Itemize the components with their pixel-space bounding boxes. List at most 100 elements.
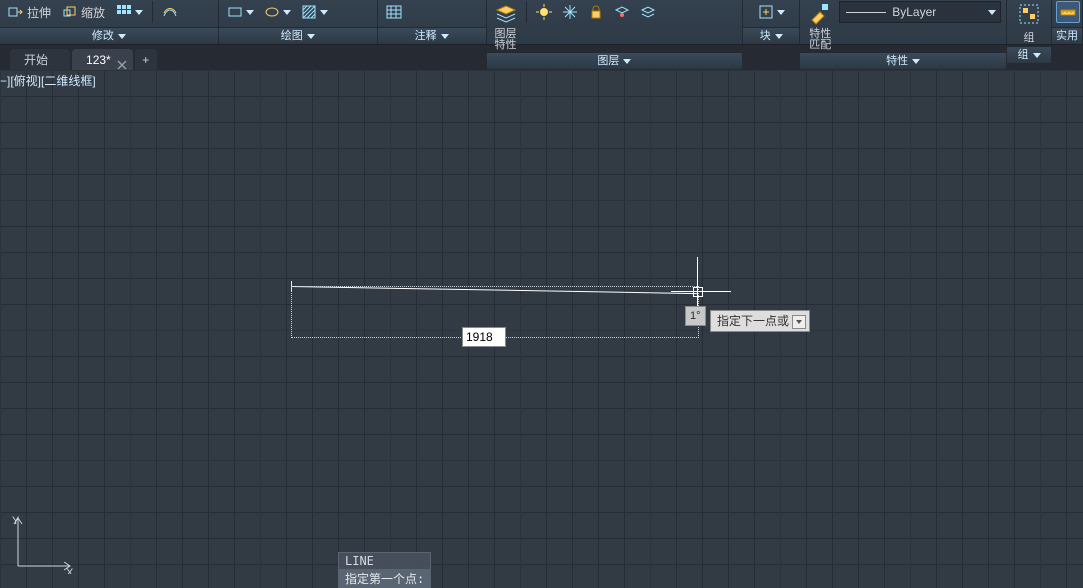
stretch-label: 拉伸 xyxy=(27,4,51,21)
panel-label-text: 实用 xyxy=(1056,28,1078,44)
panel-block-label[interactable]: 块 xyxy=(743,27,799,44)
panel-annotate-label[interactable]: 注释 xyxy=(378,27,486,44)
linetype-value: ByLayer xyxy=(892,5,936,19)
rectangle-icon xyxy=(227,4,243,20)
chevron-down-icon xyxy=(307,34,315,39)
layer-freeze-button[interactable] xyxy=(558,1,582,23)
separator xyxy=(526,1,527,23)
layer-uniso-button[interactable] xyxy=(636,1,660,23)
stretch-button[interactable]: 拉伸 xyxy=(4,1,55,23)
insert-block-button[interactable] xyxy=(754,1,789,23)
array-rect-button[interactable] xyxy=(112,1,147,23)
plus-icon: + xyxy=(142,53,149,67)
panel-modify-label[interactable]: 修改 xyxy=(0,27,218,44)
tab-label: 开始 xyxy=(24,53,48,67)
tab-label: 123* xyxy=(86,53,111,67)
panel-label-text: 绘图 xyxy=(281,28,303,44)
layer-off-button[interactable] xyxy=(532,1,556,23)
stretch-icon xyxy=(8,4,24,20)
chevron-down-icon xyxy=(623,59,631,64)
scale-button[interactable]: 缩放 xyxy=(58,1,109,23)
chevron-down-icon xyxy=(777,10,785,15)
panel-util-label[interactable]: 实用 xyxy=(1052,27,1082,44)
chevron-down-icon xyxy=(775,34,783,39)
group-icon xyxy=(1017,2,1041,26)
panel-group-label[interactable]: 组 xyxy=(1007,46,1051,63)
panel-label-text: 特性 xyxy=(886,53,908,69)
hatch-icon xyxy=(301,4,317,20)
table-button[interactable] xyxy=(382,1,406,23)
panel-layers: 图层特性 图层 xyxy=(487,0,744,44)
group-label: 组 xyxy=(1024,29,1035,45)
rectangle-button[interactable] xyxy=(223,1,258,23)
offset-icon xyxy=(162,4,178,20)
array-rect-icon xyxy=(116,4,132,20)
match-icon xyxy=(808,2,832,26)
linetype-swatch xyxy=(846,12,886,13)
chevron-down-icon xyxy=(320,10,328,15)
chevron-down-icon xyxy=(1033,53,1041,58)
ucs-x-label: X xyxy=(66,567,74,574)
ucs-icon[interactable]: Y X xyxy=(12,514,76,574)
layer-props-icon xyxy=(494,2,518,26)
new-tab-button[interactable]: + xyxy=(135,49,157,71)
scale-label: 缩放 xyxy=(81,4,105,21)
hatch-button[interactable] xyxy=(297,1,332,23)
chevron-down-icon xyxy=(118,34,126,39)
panel-layers-label[interactable]: 图层 xyxy=(487,52,743,69)
chevron-down-icon xyxy=(283,10,291,15)
layer-lock-button[interactable] xyxy=(584,1,608,23)
panel-label-text: 注释 xyxy=(415,28,437,44)
panel-label-text: 块 xyxy=(760,28,771,44)
viewport-label[interactable]: −][俯视][二维线框] xyxy=(0,72,96,89)
command-history-line: LINE xyxy=(339,553,430,569)
offset-button[interactable] xyxy=(158,1,182,23)
panel-label-text: 组 xyxy=(1018,47,1029,63)
close-icon[interactable] xyxy=(117,55,127,65)
ribbon-toolbar: 拉伸 缩放 修改 xyxy=(0,0,1083,45)
insert-icon xyxy=(758,4,774,20)
panel-draw: 绘图 xyxy=(219,0,378,44)
layer-off-icon xyxy=(536,4,552,20)
tab-start[interactable]: 开始 xyxy=(10,49,70,71)
chevron-down-icon xyxy=(796,320,802,324)
layer-uniso-icon xyxy=(640,4,656,20)
panel-label-text: 修改 xyxy=(92,28,114,44)
panel-block: 块 xyxy=(743,0,800,44)
layer-freeze-icon xyxy=(562,4,578,20)
layer-lock-icon xyxy=(588,4,604,20)
panel-properties: 特性匹配 ByLayer 特性 xyxy=(800,0,1007,44)
dynamic-prompt-tooltip: 指定下一点或 xyxy=(710,310,810,332)
panel-draw-label[interactable]: 绘图 xyxy=(219,27,377,44)
measure-button[interactable] xyxy=(1056,1,1080,23)
measure-icon xyxy=(1060,4,1076,20)
panel-utilities: 实用 xyxy=(1052,0,1083,44)
match-label: 特性匹配 xyxy=(809,29,831,51)
chevron-down-icon xyxy=(912,59,920,64)
dynamic-length-input[interactable]: 1918 xyxy=(462,327,506,347)
panel-group: 组 组 xyxy=(1007,0,1052,44)
chevron-down-icon xyxy=(246,10,254,15)
match-properties-button[interactable]: 特性匹配 xyxy=(804,1,836,52)
tab-document[interactable]: 123* xyxy=(72,49,133,71)
ellipse-button[interactable] xyxy=(260,1,295,23)
scale-icon xyxy=(62,4,78,20)
layer-iso-button[interactable] xyxy=(610,1,634,23)
chevron-down-icon xyxy=(988,10,996,15)
layer-iso-icon xyxy=(614,4,630,20)
command-prompt-line[interactable]: 指定第一个点: xyxy=(339,569,430,588)
group-button[interactable]: 组 xyxy=(1013,1,1045,46)
tooltip-options-button[interactable] xyxy=(792,315,806,329)
command-line[interactable]: LINE 指定第一个点: xyxy=(338,552,431,588)
layer-properties-button[interactable]: 图层特性 xyxy=(491,1,521,52)
panel-properties-label[interactable]: 特性 xyxy=(800,52,1006,69)
linetype-combo[interactable]: ByLayer xyxy=(839,1,1001,23)
drawing-canvas[interactable]: −][俯视][二维线框] 1918 1° 指定下一点或 Y X LINE 指 xyxy=(0,70,1083,588)
dynamic-angle-readout: 1° xyxy=(685,306,706,326)
chevron-down-icon xyxy=(441,34,449,39)
tooltip-text: 指定下一点或 xyxy=(717,314,789,328)
chevron-down-icon xyxy=(135,10,143,15)
separator xyxy=(152,1,153,23)
panel-label-text: 图层 xyxy=(597,53,619,69)
ucs-y-label: Y xyxy=(12,515,20,527)
